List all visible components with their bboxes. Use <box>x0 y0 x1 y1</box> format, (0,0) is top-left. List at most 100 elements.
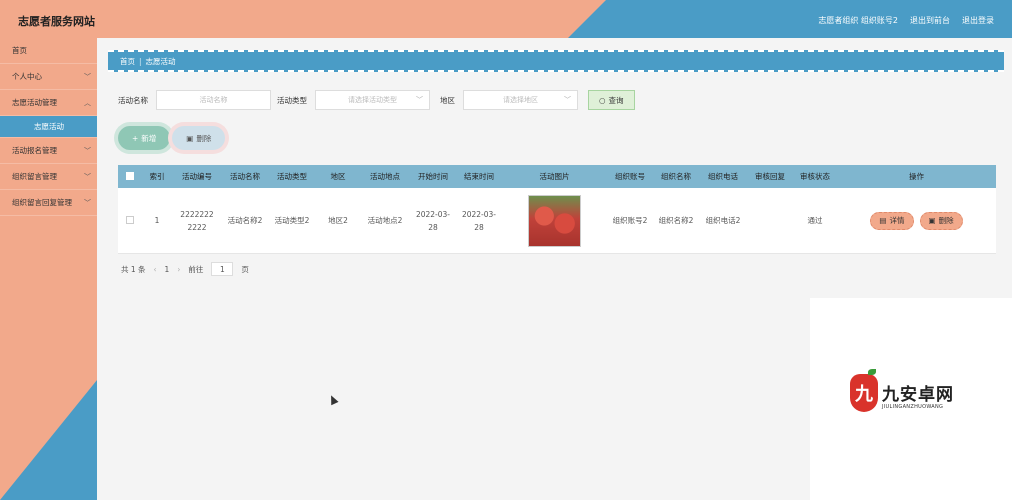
goto-page-value: 1 <box>219 264 225 274</box>
watermark-subtitle: JIULINGANZHUOWANG <box>882 404 944 410</box>
cell-type: 活动类型2 <box>274 216 310 225</box>
mouse-cursor-icon <box>327 393 339 406</box>
header-salmon-corner <box>568 0 606 38</box>
back-to-front-link[interactable]: 退出到前台 <box>910 15 950 26</box>
sidebar: 首页 个人中心 ﹀ 志愿活动管理 ︿ 志愿活动 活动报名管理 ﹀ 组织留言管理 … <box>0 38 97 500</box>
activity-name-label: 活动名称 <box>118 95 148 105</box>
cell-org-name: 组织名称2 <box>658 216 694 225</box>
search-icon: ○ <box>599 95 606 105</box>
prev-page-icon[interactable]: ‹ <box>154 265 157 274</box>
breadcrumb-home[interactable]: 首页 <box>120 56 135 67</box>
leaf-icon <box>868 369 876 375</box>
activity-photo <box>528 194 581 247</box>
page-unit: 页 <box>241 264 249 274</box>
col-code: 活动编号 <box>182 172 212 181</box>
cell-area: 地区2 <box>328 216 348 225</box>
detail-button[interactable]: ▤ 详情 <box>870 211 914 230</box>
sidebar-item-home[interactable]: 首页 <box>0 38 97 64</box>
site-title: 志愿者服务网站 <box>18 15 95 28</box>
detail-icon: ▤ <box>879 216 887 225</box>
table-row: 1 22222222222 活动名称2 活动类型2 地区2 活动地点2 2022… <box>118 188 996 254</box>
chevron-down-icon: ﹀ <box>564 96 571 104</box>
action-buttons: + 新增 ▣ 删除 <box>118 126 226 150</box>
select-all-checkbox[interactable] <box>126 171 134 180</box>
cell-review-status: 通过 <box>807 216 823 225</box>
add-button[interactable]: + 新增 <box>118 126 171 150</box>
breadcrumb-current: 志愿活动 <box>145 56 176 66</box>
chevron-down-icon: ﹀ <box>84 147 91 155</box>
current-user: 志愿者组织 组织账号2 <box>818 16 898 25</box>
next-page-icon[interactable]: › <box>177 265 180 274</box>
activity-type-select[interactable]: 请选择活动类型 ﹀ <box>315 90 430 110</box>
col-area: 地区 <box>330 172 346 181</box>
add-button-label: 新增 <box>141 133 157 143</box>
chevron-down-icon: ﹀ <box>84 199 91 207</box>
sidebar-item-org-message[interactable]: 组织留言管理 ﹀ <box>0 164 97 190</box>
search-bar: 活动名称 活动名称 活动类型 请选择活动类型 ﹀ 地区 请选择地区 ﹀ ○ 查询 <box>118 90 635 110</box>
detail-button-label: 详情 <box>889 216 905 225</box>
sidebar-item-label: 组织留言管理 <box>12 172 57 181</box>
col-place: 活动地点 <box>370 172 400 181</box>
row-delete-label: 删除 <box>938 216 954 225</box>
col-photo: 活动图片 <box>539 172 570 181</box>
col-index: 索引 <box>149 172 165 181</box>
col-name: 活动名称 <box>230 172 260 181</box>
col-actions: 操作 <box>909 172 924 181</box>
cell-index: 1 <box>154 216 160 225</box>
table-header: 索引 活动编号 活动名称 活动类型 地区 活动地点 开始时间 结束时间 活动图片… <box>118 165 996 188</box>
total-count: 共 1 条 <box>121 264 146 274</box>
area-select[interactable]: 请选择地区 ﹀ <box>463 90 578 110</box>
trash-icon: ▣ <box>928 216 936 225</box>
page-number[interactable]: 1 <box>165 265 170 274</box>
area-label: 地区 <box>440 95 455 105</box>
area-placeholder: 请选择地区 <box>503 96 538 104</box>
breadcrumb-separator: | <box>139 56 142 66</box>
cell-end: 2022-03-28 <box>461 209 497 232</box>
delete-button-label: 删除 <box>196 133 212 143</box>
query-button[interactable]: ○ 查询 <box>588 90 635 110</box>
logout-link[interactable]: 退出登录 <box>962 15 994 26</box>
cell-start: 2022-03-28 <box>415 209 451 232</box>
col-type: 活动类型 <box>277 172 307 181</box>
sidebar-item-label: 首页 <box>12 46 27 55</box>
watermark-logo-char: 九 <box>855 384 873 405</box>
activity-type-label: 活动类型 <box>277 95 307 105</box>
plus-icon: + <box>132 133 139 143</box>
query-button-label: 查询 <box>608 95 624 105</box>
sidebar-item-profile[interactable]: 个人中心 ﹀ <box>0 64 97 90</box>
cell-code: 22222222222 <box>180 209 214 232</box>
activity-name-input[interactable]: 活动名称 <box>156 90 271 110</box>
goto-label: 前往 <box>188 264 204 274</box>
sidebar-item-label: 志愿活动 <box>34 122 64 131</box>
sidebar-item-label: 个人中心 <box>12 72 42 81</box>
cell-org-phone: 组织电话2 <box>705 216 741 225</box>
sidebar-item-volunteer-activity[interactable]: 志愿活动 <box>0 116 97 138</box>
watermark-logo: 九 <box>850 369 878 412</box>
sidebar-item-activity-manage[interactable]: 志愿活动管理 ︿ <box>0 90 97 116</box>
breadcrumb: 首页 | 志愿活动 <box>108 50 1004 72</box>
cell-name: 活动名称2 <box>227 216 263 225</box>
sidebar-item-signup-manage[interactable]: 活动报名管理 ﹀ <box>0 138 97 164</box>
activity-name-placeholder: 活动名称 <box>199 96 228 104</box>
goto-page-input[interactable]: 1 <box>211 262 234 276</box>
chevron-down-icon: ﹀ <box>416 96 423 104</box>
chevron-down-icon: ﹀ <box>84 173 91 181</box>
row-checkbox[interactable] <box>126 215 134 224</box>
sidebar-item-org-reply[interactable]: 组织留言回复管理 ﹀ <box>0 190 97 216</box>
batch-delete-button[interactable]: ▣ 删除 <box>172 126 226 150</box>
col-review-status: 审核状态 <box>800 172 830 181</box>
sidebar-decor <box>0 380 97 500</box>
col-review-reply: 审核回复 <box>755 172 785 181</box>
col-start: 开始时间 <box>418 172 448 181</box>
row-delete-button[interactable]: ▣ 删除 <box>919 211 963 230</box>
col-end: 结束时间 <box>464 172 494 181</box>
trash-icon: ▣ <box>186 133 194 143</box>
watermark-panel: 九 九安卓网 JIULINGANZHUOWANG <box>810 298 1012 500</box>
sidebar-item-label: 组织留言回复管理 <box>12 198 72 207</box>
chevron-down-icon: ﹀ <box>84 73 91 81</box>
watermark-name: 九安卓网 <box>882 385 954 405</box>
activity-type-placeholder: 请选择活动类型 <box>348 96 397 104</box>
cell-org-account: 组织账号2 <box>612 216 648 225</box>
col-org-account: 组织账号 <box>615 172 645 181</box>
col-org-name: 组织名称 <box>661 172 691 181</box>
